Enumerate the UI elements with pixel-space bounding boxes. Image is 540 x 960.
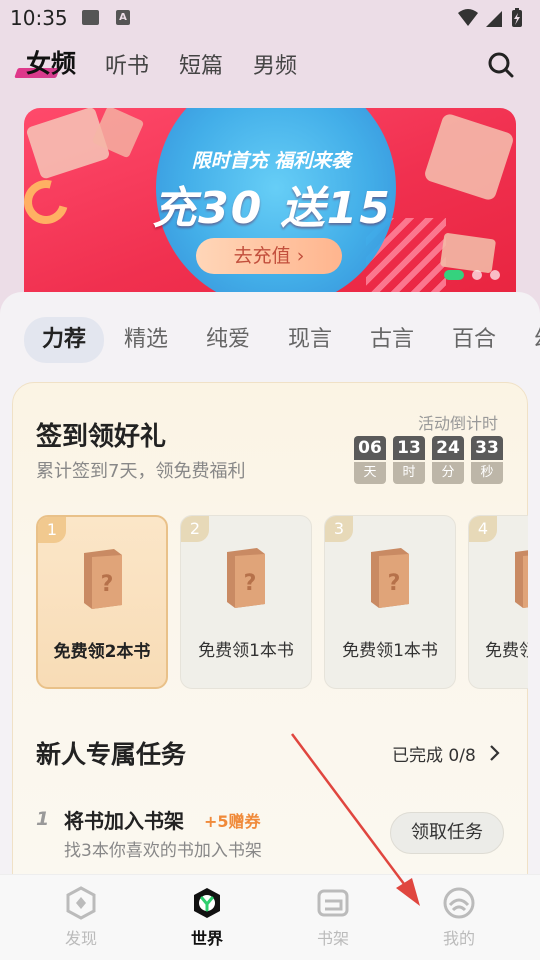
discover-icon <box>66 886 96 920</box>
gift-label: 免费领1本书 <box>342 641 438 661</box>
svg-text:?: ? <box>101 572 114 597</box>
tasks-progress[interactable]: 已完成 0/8 <box>392 741 476 766</box>
gift-label: 免费领1本书 <box>198 641 294 661</box>
world-icon <box>194 888 220 918</box>
chevron-right-icon[interactable] <box>488 744 502 762</box>
mystery-book-icon: ? <box>84 549 122 609</box>
category-fantasy[interactable]: 幻 <box>534 317 540 363</box>
task-name: 将书加入书架 <box>64 809 184 833</box>
nav-world[interactable]: 世界 <box>172 885 242 949</box>
nav-discover[interactable]: 发现 <box>46 885 116 949</box>
task-reward: +5赠券 <box>204 812 261 831</box>
nav-me[interactable]: 我的 <box>424 885 494 949</box>
svg-text:?: ? <box>244 571 257 596</box>
task-description: 找3本你喜欢的书加入书架 <box>64 841 262 861</box>
gift-index: 3 <box>325 516 353 542</box>
nav-label: 我的 <box>442 929 475 948</box>
nav-label: 世界 <box>190 929 223 948</box>
claim-task-button[interactable]: 领取任务 <box>390 812 504 854</box>
mystery-book-icon: ? <box>515 550 528 608</box>
bookshelf-icon <box>317 889 349 917</box>
tasks-title: 新人专属任务 <box>36 740 187 769</box>
task-index: 1 <box>36 808 50 830</box>
svg-text:?: ? <box>388 571 401 596</box>
gift-card[interactable]: 3 ? 免费领1本书 <box>324 515 456 689</box>
gift-card[interactable]: 1 ? 免费领2本书 <box>36 515 168 689</box>
mystery-book-icon: ? <box>371 548 409 608</box>
mystery-book-icon: ? <box>227 548 265 608</box>
gift-index: 1 <box>38 517 66 543</box>
nav-label: 书架 <box>316 929 349 948</box>
gift-card[interactable]: 4 ? 免费领 <box>468 515 528 689</box>
gift-label: 免费领2本书 <box>53 642 151 662</box>
profile-icon <box>443 887 475 919</box>
nav-bookshelf[interactable]: 书架 <box>298 885 368 949</box>
gift-label: 免费领 <box>485 641 528 661</box>
bottom-nav: 发现 世界 书架 我的 <box>0 874 540 960</box>
gift-index: 2 <box>181 516 209 542</box>
gift-index: 4 <box>469 516 497 542</box>
gift-card[interactable]: 2 ? 免费领1本书 <box>180 515 312 689</box>
nav-label: 发现 <box>64 929 97 948</box>
